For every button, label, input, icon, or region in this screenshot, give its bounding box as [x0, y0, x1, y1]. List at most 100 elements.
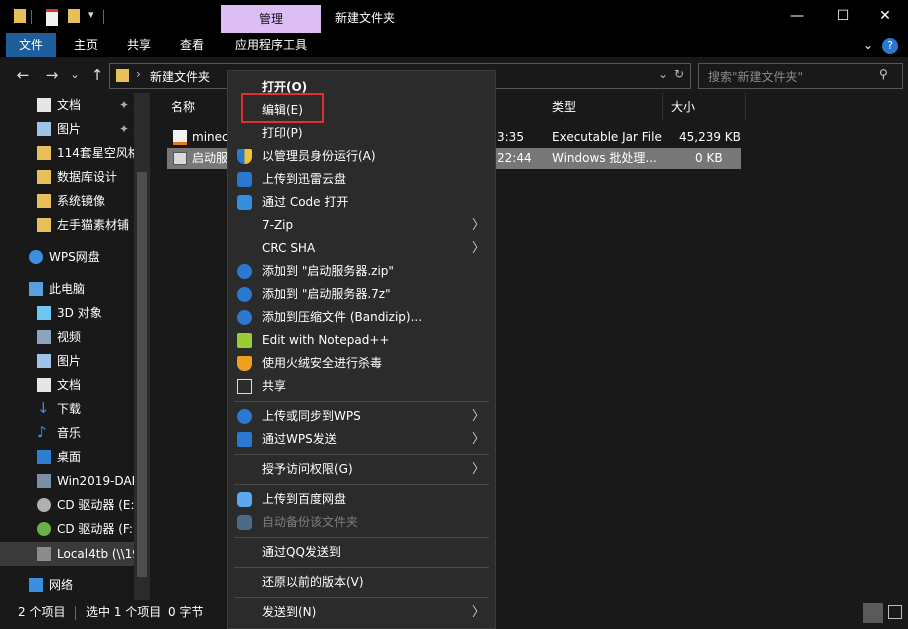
submenu-arrow-icon: 〉 — [472, 462, 486, 477]
navigation-pane: 文档 ✦ 图片 ✦ 114套星空风格 数据库设计 系统镜像 左手猫素材铺 WPS… — [0, 93, 150, 600]
cloud-icon — [29, 250, 43, 264]
minimize-button[interactable]: — — [774, 0, 820, 33]
close-button[interactable]: ✕ — [862, 0, 908, 33]
nav-item-music[interactable]: ♪ 音乐 — [0, 421, 150, 445]
tab-app-tools[interactable]: 应用程序工具 — [226, 33, 316, 57]
3d-objects-icon — [37, 306, 51, 320]
path-separator: › — [136, 67, 141, 81]
search-icon[interactable]: ⚲ — [879, 67, 888, 81]
menu-item-open-with-code[interactable]: 通过 Code 打开 — [228, 191, 495, 214]
menu-item-baidu-upload[interactable]: 上传到百度网盘 — [228, 488, 495, 511]
tab-share[interactable]: 共享 — [115, 33, 163, 57]
menu-separator — [234, 454, 489, 455]
menu-item-run-as-admin[interactable]: 以管理员身份运行(A) — [228, 145, 495, 168]
menu-item-huorong-scan[interactable]: 使用火绒安全进行杀毒 — [228, 352, 495, 375]
nav-scrollbar-thumb[interactable] — [137, 172, 147, 577]
menu-item-restore-versions[interactable]: 还原以前的版本(V) — [228, 571, 495, 594]
cd-drive-icon — [37, 522, 51, 536]
vscode-icon — [237, 195, 252, 210]
properties-icon[interactable] — [46, 9, 58, 26]
maximize-button[interactable]: ☐ — [820, 0, 866, 33]
music-icon: ♪ — [37, 423, 47, 441]
download-icon: ↓ — [37, 399, 50, 417]
document-icon — [37, 378, 51, 392]
menu-item-notepadpp[interactable]: Edit with Notepad++ — [228, 329, 495, 352]
back-button[interactable]: ← — [12, 65, 34, 85]
menu-separator — [234, 537, 489, 538]
network-icon — [29, 578, 43, 592]
expand-ribbon-icon[interactable]: ⌄ — [858, 33, 878, 57]
column-header-size[interactable]: 大小 — [671, 93, 746, 121]
nav-item-wps-cloud[interactable]: WPS网盘 — [0, 245, 150, 269]
nav-item-network-drive[interactable]: Local4tb (\\192 — [0, 542, 150, 566]
menu-item-add-archive[interactable]: 添加到压缩文件 (Bandizip)... — [228, 306, 495, 329]
tab-file[interactable]: 文件 — [6, 33, 56, 57]
nav-item-folder[interactable]: 系统镜像 — [0, 189, 150, 213]
bandizip-icon — [237, 287, 252, 302]
menu-item-print[interactable]: 打印(P) — [228, 122, 495, 145]
forward-button[interactable]: → — [41, 65, 63, 85]
pin-icon: ✦ — [119, 122, 130, 136]
nav-item-documents[interactable]: 文档 ✦ — [0, 93, 150, 117]
menu-item-send-to[interactable]: 发送到(N) 〉 — [228, 601, 495, 624]
nav-item-pictures[interactable]: 图片 ✦ — [0, 117, 150, 141]
recent-locations-button[interactable]: ⌄ — [64, 65, 86, 85]
address-dropdown-icon[interactable]: ⌄ — [658, 67, 668, 81]
nav-item-this-pc[interactable]: 此电脑 — [0, 277, 150, 301]
selection-count: 选中 1 个项目 — [86, 605, 162, 619]
search-box[interactable]: 搜索"新建文件夹" ⚲ — [698, 63, 903, 89]
menu-item-crc-sha[interactable]: CRC SHA 〉 — [228, 237, 495, 260]
menu-separator — [234, 597, 489, 598]
details-view-icon[interactable] — [863, 603, 883, 623]
title-bar: ▾ 管理 新建文件夹 — ☐ ✕ — [0, 0, 908, 33]
large-icons-view-icon[interactable] — [888, 605, 902, 619]
tab-home[interactable]: 主页 — [62, 33, 110, 57]
nav-item-drive[interactable]: Win2019-DAE — [0, 469, 150, 493]
menu-item-add-zip[interactable]: 添加到 "启动服务器.zip" — [228, 260, 495, 283]
menu-item-auto-backup: 自动备份该文件夹 — [228, 511, 495, 534]
menu-item-xunlei-upload[interactable]: 上传到迅雷云盘 — [228, 168, 495, 191]
nav-item-documents[interactable]: 文档 — [0, 373, 150, 397]
refresh-icon[interactable]: ↻ — [674, 67, 684, 81]
nav-item-downloads[interactable]: ↓ 下载 — [0, 397, 150, 421]
nav-item-folder[interactable]: 数据库设计 — [0, 165, 150, 189]
nav-item-cd-drive[interactable]: CD 驱动器 (E:) — [0, 493, 150, 517]
nav-item-folder[interactable]: 114套星空风格 — [0, 141, 150, 165]
menu-item-grant-access[interactable]: 授予访问权限(G) 〉 — [228, 458, 495, 481]
admin-shield-icon — [237, 149, 252, 164]
submenu-arrow-icon: 〉 — [472, 218, 486, 233]
folder-icon — [116, 69, 129, 82]
menu-item-7zip[interactable]: 7-Zip 〉 — [228, 214, 495, 237]
pin-icon: ✦ — [119, 98, 130, 112]
divider — [31, 10, 32, 24]
folder-icon — [37, 146, 51, 160]
menu-item-wps-upload[interactable]: 上传或同步到WPS 〉 — [228, 405, 495, 428]
up-button[interactable]: ↑ — [86, 65, 108, 85]
submenu-arrow-icon: 〉 — [472, 409, 486, 424]
new-folder-icon[interactable] — [68, 9, 80, 23]
tab-view[interactable]: 查看 — [168, 33, 216, 57]
nav-item-videos[interactable]: 视频 — [0, 325, 150, 349]
folder-icon[interactable] — [14, 9, 26, 23]
jar-file-icon — [173, 130, 187, 145]
breadcrumb-path[interactable]: 新建文件夹 — [150, 68, 210, 85]
bandizip-icon — [237, 310, 252, 325]
customize-toolbar-icon[interactable]: ▾ — [88, 8, 94, 21]
nav-item-desktop[interactable]: 桌面 — [0, 445, 150, 469]
nav-item-pictures[interactable]: 图片 — [0, 349, 150, 373]
menu-item-qq-send[interactable]: 通过QQ发送到 — [228, 541, 495, 564]
menu-item-add-7z[interactable]: 添加到 "启动服务器.7z" — [228, 283, 495, 306]
nav-item-folder[interactable]: 左手猫素材铺 — [0, 213, 150, 237]
submenu-arrow-icon: 〉 — [472, 241, 486, 256]
menu-item-share[interactable]: 共享 — [228, 375, 495, 398]
search-input[interactable]: 搜索"新建文件夹" — [708, 68, 803, 85]
submenu-arrow-icon: 〉 — [472, 605, 486, 620]
nav-item-3d-objects[interactable]: 3D 对象 — [0, 301, 150, 325]
nav-item-network[interactable]: 网络 — [0, 573, 150, 597]
nav-item-cd-drive[interactable]: CD 驱动器 (F:) — [0, 517, 150, 541]
column-header-type[interactable]: 类型 — [552, 93, 663, 121]
help-icon[interactable]: ? — [882, 38, 898, 54]
menu-item-wps-send[interactable]: 通过WPS发送 〉 — [228, 428, 495, 451]
manage-context-tab[interactable]: 管理 — [221, 5, 321, 33]
baidu-netdisk-icon — [237, 492, 252, 507]
